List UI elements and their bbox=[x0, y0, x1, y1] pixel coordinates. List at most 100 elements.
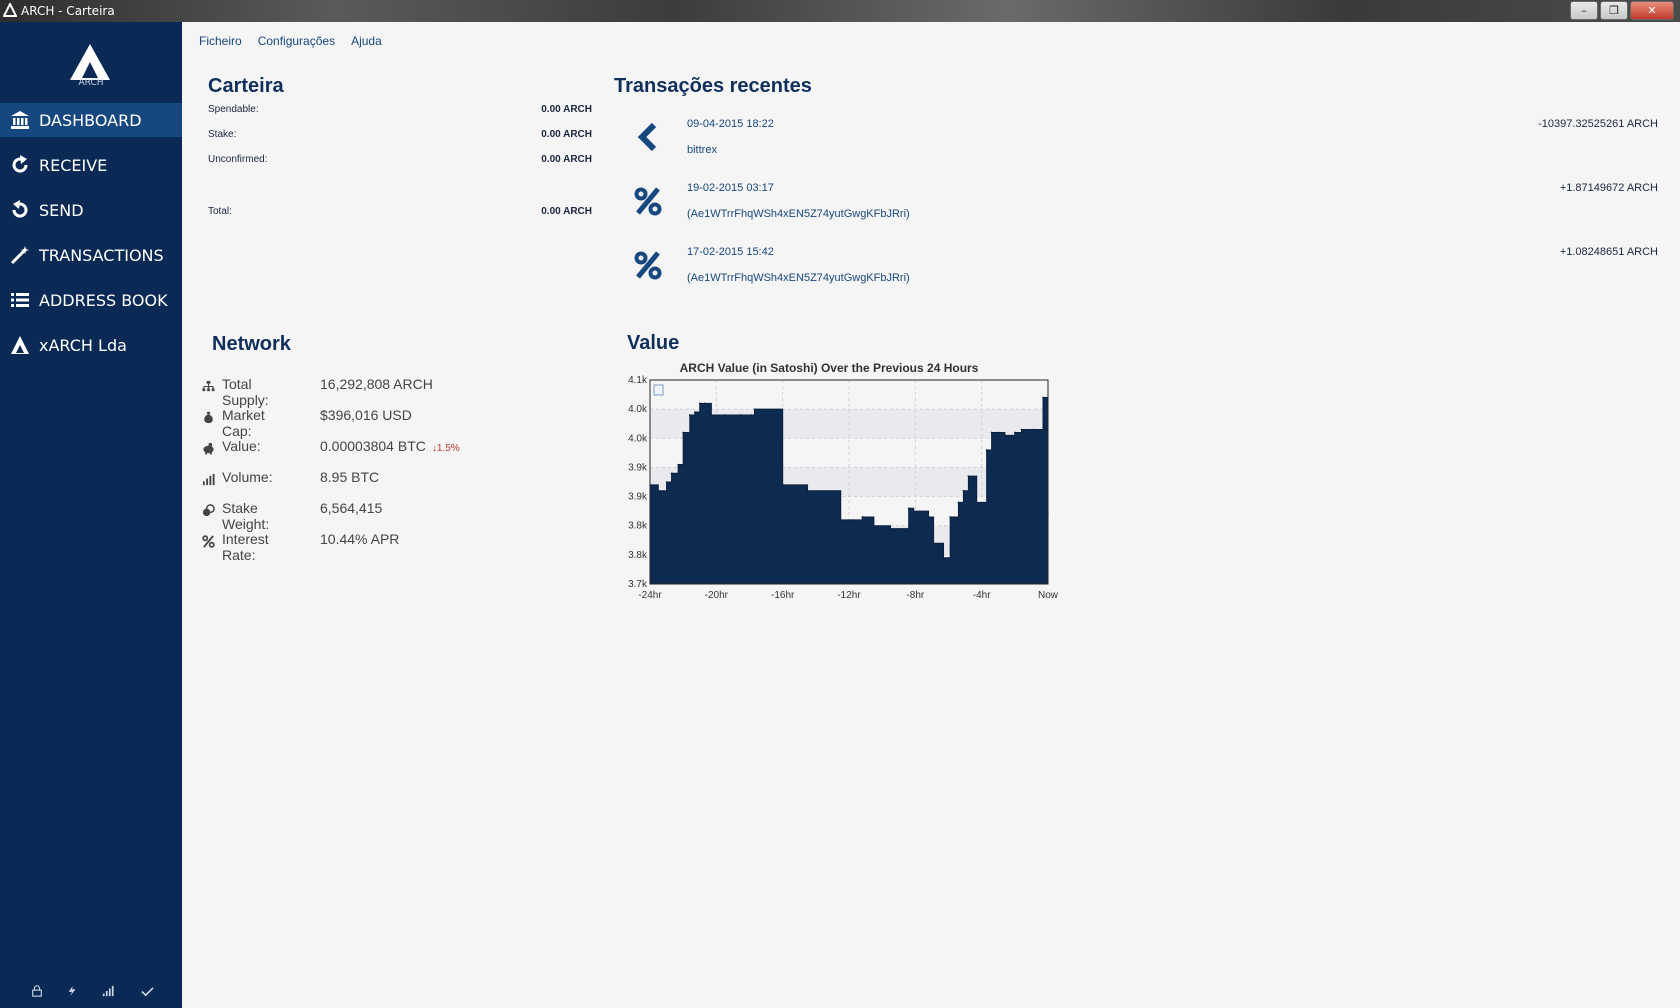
spendable-value: 0.00 ARCH bbox=[541, 104, 592, 115]
logo-text: ARCH bbox=[78, 78, 104, 88]
chart-point bbox=[670, 472, 673, 475]
chart-point bbox=[942, 556, 945, 559]
close-button[interactable]: ✕ bbox=[1630, 1, 1674, 20]
menu-configuracoes[interactable]: Configurações bbox=[258, 34, 335, 48]
chart-y-tick: 3.9k bbox=[628, 492, 648, 503]
menu-ajuda[interactable]: Ajuda bbox=[351, 34, 382, 48]
receive-arrow-icon bbox=[9, 154, 31, 176]
volume-label: Volume: bbox=[222, 469, 273, 485]
chart-point bbox=[962, 489, 965, 492]
chart-x-tick: -8hr bbox=[906, 590, 924, 601]
transaction-date: 17-02-2015 15:42 bbox=[687, 246, 774, 258]
magic-wand-icon bbox=[9, 244, 31, 266]
transaction-desc: (Ae1WTrrFhqWSh4xEN5Z74yutGwgKFbJRri) bbox=[687, 272, 910, 284]
sidebar-item-transactions[interactable]: TRANSACTIONS bbox=[0, 238, 182, 272]
lock-icon[interactable] bbox=[28, 982, 46, 1000]
sidebar: ARCH DASHBOARD RECEIVE SEND TRANSACTIONS bbox=[0, 22, 182, 1008]
chart-y-tick: 3.8k bbox=[628, 521, 648, 532]
chart-point bbox=[907, 507, 910, 510]
chart-point bbox=[657, 489, 660, 492]
chart-point bbox=[927, 516, 930, 518]
stake-value: 0.00 ARCH bbox=[541, 129, 592, 140]
value-chart-svg: -24hr -20hr -16hr -12hr -8hr -4hr Now 4.1k 4.0k 4… bbox=[628, 361, 1059, 601]
sidebar-item-label: TRANSACTIONS bbox=[39, 245, 164, 265]
sidebar-item-label: RECEIVE bbox=[39, 155, 108, 175]
bar-chart-icon bbox=[200, 471, 216, 487]
percent-icon bbox=[634, 187, 662, 216]
money-bag-icon bbox=[200, 409, 216, 425]
chart-point bbox=[861, 516, 864, 518]
chart-point bbox=[932, 542, 935, 544]
chart-y-tick: 4.1k bbox=[628, 375, 648, 386]
transaction-date: 19-02-2015 03:17 bbox=[687, 182, 774, 194]
total-label: Total: bbox=[208, 206, 232, 217]
chart-point bbox=[975, 501, 978, 504]
minimize-button[interactable]: – bbox=[1570, 1, 1598, 20]
wallet-title: Carteira bbox=[208, 75, 284, 97]
chart-point bbox=[949, 516, 951, 518]
transaction-date: 09-04-2015 18:22 bbox=[687, 118, 774, 130]
transaction-row[interactable]: 19-02-2015 03:17 (Ae1WTrrFhqWSh4xEN5Z74y… bbox=[620, 180, 1658, 236]
spendable-label: Spendable: bbox=[208, 104, 259, 115]
transaction-desc: bittrex bbox=[687, 144, 717, 156]
interest-rate-label: Interest Rate: bbox=[222, 531, 269, 563]
chart-point bbox=[873, 524, 875, 527]
menu-ficheiro[interactable]: Ficheiro bbox=[199, 34, 242, 48]
interest-rate-value: 10.44% APR bbox=[320, 531, 400, 547]
chart-point bbox=[682, 431, 684, 434]
stake-weight-label: Stake Weight: bbox=[222, 500, 270, 532]
chart-point bbox=[1032, 428, 1034, 431]
sidebar-item-label: SEND bbox=[39, 200, 84, 220]
list-icon bbox=[9, 289, 31, 311]
transaction-row[interactable]: 09-04-2015 18:22 bittrex -10397.32525261… bbox=[620, 116, 1658, 172]
chart-point bbox=[851, 519, 854, 521]
send-arrow-icon bbox=[9, 199, 31, 221]
bolt-icon[interactable] bbox=[63, 982, 81, 1000]
recent-transactions-title: Transações recentes bbox=[614, 75, 812, 97]
chart-export-icon bbox=[653, 384, 664, 396]
chart-x-tick: -20hr bbox=[705, 590, 729, 601]
transaction-desc: (Ae1WTrrFhqWSh4xEN5Z74yutGwgKFbJRri) bbox=[687, 208, 910, 220]
sidebar-item-address-book[interactable]: ADDRESS BOOK bbox=[0, 283, 182, 317]
network-title: Network bbox=[212, 333, 291, 355]
chart-point bbox=[753, 408, 756, 410]
chart-point bbox=[967, 475, 970, 477]
chart-point bbox=[990, 431, 993, 434]
percent-icon bbox=[634, 251, 662, 280]
sidebar-item-label: ADDRESS BOOK bbox=[39, 290, 168, 310]
transaction-row[interactable]: 17-02-2015 15:42 (Ae1WTrrFhqWSh4xEN5Z74y… bbox=[620, 244, 1658, 300]
coins-icon bbox=[200, 502, 216, 518]
check-icon[interactable] bbox=[138, 982, 156, 1000]
chart-y-tick: 3.9k bbox=[628, 462, 648, 473]
chart-point bbox=[698, 402, 701, 405]
chart-point bbox=[1042, 396, 1044, 399]
chart-point bbox=[997, 431, 1000, 434]
title-bar: ARCH - Carteira – ❐ ✕ bbox=[0, 0, 1680, 22]
chart-x-tick: -16hr bbox=[771, 590, 795, 601]
value-change: ↓1.5% bbox=[431, 443, 460, 454]
chart-point bbox=[703, 402, 706, 405]
sidebar-item-label: DASHBOARD bbox=[39, 110, 142, 130]
sidebar-item-dashboard[interactable]: DASHBOARD bbox=[0, 103, 182, 137]
chart-point bbox=[665, 481, 668, 483]
arch-logo-icon bbox=[9, 334, 31, 356]
sidebar-item-receive[interactable]: RECEIVE bbox=[0, 148, 182, 182]
chart-point bbox=[889, 527, 892, 530]
percent-icon bbox=[200, 533, 216, 549]
sitemap-icon bbox=[200, 378, 216, 394]
sidebar-item-xarch[interactable]: xARCH Lda bbox=[0, 328, 182, 362]
chart-point bbox=[957, 501, 960, 504]
signal-icon[interactable] bbox=[99, 982, 117, 1000]
value-chart: -24hr -20hr -16hr -12hr -8hr -4hr Now 4.1k 4.0k 4… bbox=[622, 360, 1062, 610]
market-cap-value: $396,016 USD bbox=[320, 407, 412, 423]
volume-value: 8.95 BTC bbox=[320, 469, 380, 485]
chart-y-tick: 4.0k bbox=[628, 433, 648, 444]
chart-point bbox=[1004, 434, 1006, 437]
stake-weight-value: 6,564,415 bbox=[320, 500, 383, 516]
window-title: ARCH - Carteira bbox=[21, 4, 115, 18]
chart-point bbox=[689, 414, 691, 416]
chart-point bbox=[740, 414, 743, 416]
sidebar-item-send[interactable]: SEND bbox=[0, 193, 182, 227]
bank-icon bbox=[9, 109, 31, 131]
restore-button[interactable]: ❐ bbox=[1600, 1, 1628, 20]
